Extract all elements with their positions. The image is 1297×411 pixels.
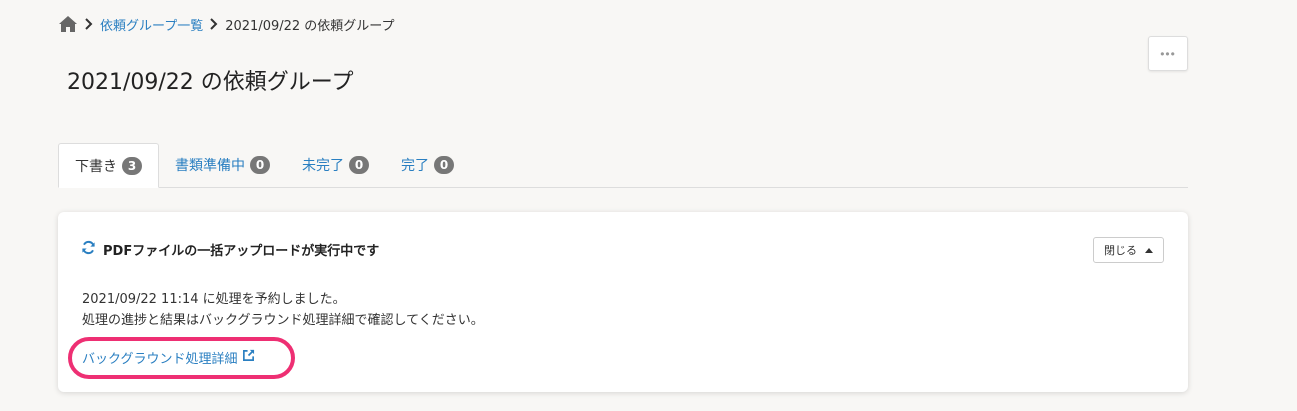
count-badge: 0 <box>349 156 369 174</box>
count-badge: 0 <box>434 156 454 174</box>
tab-draft[interactable]: 下書き 3 <box>58 143 159 188</box>
chevron-right-icon <box>84 18 94 30</box>
notice-line-1: 2021/09/22 11:14 に処理を予約しました。 <box>82 292 346 307</box>
notice-line-2: 処理の進捗と結果はバックグラウンド処理詳細で確認してください。 <box>82 313 484 328</box>
page-title: 2021/09/22 の依頼グループ <box>67 70 354 95</box>
breadcrumb: 依頼グループ一覧 2021/09/22 の依頼グループ <box>58 14 395 34</box>
tab-label: 完了 <box>401 158 429 174</box>
more-options-button[interactable]: ••• <box>1148 36 1188 71</box>
notice-message: 2021/09/22 11:14 に処理を予約しました。 処理の進捗と結果はバッ… <box>82 289 484 331</box>
status-tabs: 下書き 3 書類準備中 0 未完了 0 完了 0 <box>58 143 1188 188</box>
tab-label: 書類準備中 <box>175 158 245 174</box>
refresh-icon <box>81 240 96 259</box>
tab-label: 下書き <box>75 158 117 175</box>
tab-complete[interactable]: 完了 0 <box>385 143 470 187</box>
count-badge: 0 <box>250 156 270 174</box>
tab-incomplete[interactable]: 未完了 0 <box>286 143 385 187</box>
count-badge: 3 <box>122 156 142 175</box>
external-link-icon <box>242 349 255 366</box>
tab-preparing-documents[interactable]: 書類準備中 0 <box>159 143 286 187</box>
background-process-detail-link[interactable]: バックグラウンド処理詳細 <box>82 348 255 367</box>
notice-title: PDFファイルの一括アップロードが実行中です <box>103 244 380 259</box>
caret-up-icon <box>1145 247 1153 253</box>
notice-header: PDFファイルの一括アップロードが実行中です <box>81 240 379 259</box>
upload-notice-card: PDFファイルの一括アップロードが実行中です 閉じる 2021/09/22 11… <box>58 212 1188 392</box>
breadcrumb-current: 2021/09/22 の依頼グループ <box>225 18 395 34</box>
tab-label: 未完了 <box>302 158 344 174</box>
chevron-right-icon <box>209 18 219 30</box>
close-label: 閉じる <box>1104 245 1137 257</box>
home-icon[interactable] <box>58 15 78 33</box>
breadcrumb-link-request-groups[interactable]: 依頼グループ一覧 <box>100 15 203 34</box>
close-notice-button[interactable]: 閉じる <box>1093 237 1164 263</box>
link-label: バックグラウンド処理詳細 <box>82 352 238 367</box>
